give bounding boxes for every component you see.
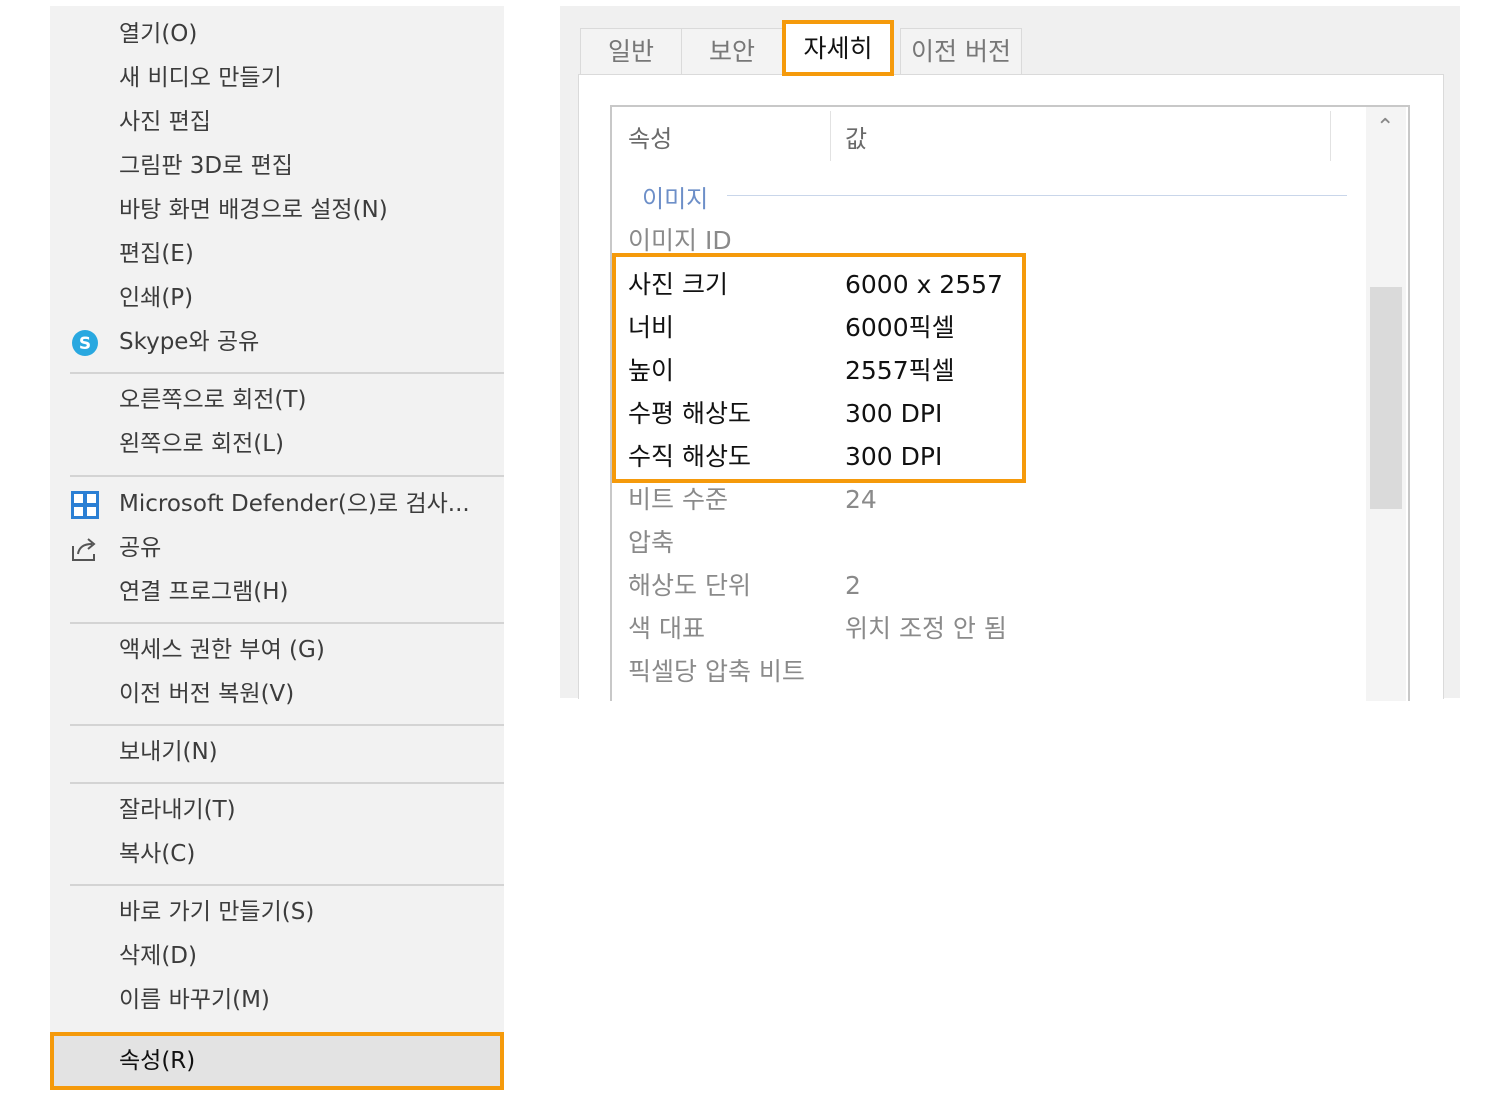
menu-item-label: 보내기(N) bbox=[119, 739, 218, 765]
tab-label: 자세히 bbox=[803, 34, 873, 63]
tab-previous-versions[interactable]: 이전 버전 bbox=[900, 28, 1022, 75]
menu-item-rename[interactable]: 이름 바꾸기(M) bbox=[50, 980, 504, 1020]
menu-item-defender-scan[interactable]: Microsoft Defender(으)로 검사... bbox=[50, 484, 504, 524]
scrollbar-thumb[interactable] bbox=[1370, 287, 1402, 509]
tab-security[interactable]: 보안 bbox=[681, 28, 783, 75]
property-name: 비트 수준 bbox=[628, 485, 728, 514]
menu-item-label: 액세스 권한 부여 (G) bbox=[119, 637, 325, 663]
menu-item-label: 속성(R) bbox=[119, 1048, 196, 1074]
property-value: 2 bbox=[845, 571, 861, 600]
property-value: 위치 조정 안 됨 bbox=[845, 614, 1007, 643]
column-header-property[interactable]: 속성 bbox=[628, 119, 672, 154]
menu-item-open[interactable]: 열기(O) bbox=[50, 14, 504, 54]
context-menu: 열기(O) 새 비디오 만들기 사진 편집 그림판 3D로 편집 바탕 화면 배… bbox=[50, 6, 504, 1090]
menu-item-label: 인쇄(P) bbox=[119, 285, 194, 311]
menu-separator bbox=[70, 782, 504, 784]
menu-item-give-access[interactable]: 액세스 권한 부여 (G) bbox=[50, 630, 504, 670]
menu-item-label: 바로 가기 만들기(S) bbox=[119, 899, 315, 925]
menu-item-edit-photo[interactable]: 사진 편집 bbox=[50, 102, 504, 142]
properties-dialog: 일반 보안 이전 버전 속성 값 이미지 이미지 ID 사진 크기 6000 x … bbox=[560, 6, 1460, 701]
menu-item-share[interactable]: 공유 bbox=[50, 528, 504, 568]
property-name: 색 대표 bbox=[628, 614, 705, 643]
menu-separator bbox=[70, 372, 504, 374]
property-value: 24 bbox=[845, 485, 877, 514]
menu-item-new-video[interactable]: 새 비디오 만들기 bbox=[50, 58, 504, 98]
menu-item-label: 그림판 3D로 편집 bbox=[119, 153, 293, 179]
group-divider bbox=[727, 195, 1347, 196]
menu-item-copy[interactable]: 복사(C) bbox=[50, 834, 504, 874]
menu-item-label: 삭제(D) bbox=[119, 943, 197, 969]
menu-separator bbox=[70, 724, 504, 726]
tab-label: 이전 버전 bbox=[911, 37, 1011, 66]
menu-item-label: 바탕 화면 배경으로 설정(N) bbox=[119, 197, 388, 223]
share-icon bbox=[70, 534, 100, 564]
menu-item-rotate-left[interactable]: 왼쪽으로 회전(L) bbox=[50, 424, 504, 464]
menu-item-label: 잘라내기(T) bbox=[119, 797, 236, 823]
menu-item-paint3d[interactable]: 그림판 3D로 편집 bbox=[50, 146, 504, 186]
menu-separator bbox=[70, 622, 504, 624]
column-divider[interactable] bbox=[1330, 111, 1331, 161]
column-divider[interactable] bbox=[830, 111, 831, 161]
menu-item-rotate-right[interactable]: 오른쪽으로 회전(T) bbox=[50, 380, 504, 420]
menu-item-edit[interactable]: 편집(E) bbox=[50, 234, 504, 274]
menu-item-label: 이전 버전 복원(V) bbox=[119, 681, 295, 707]
svg-text:S: S bbox=[79, 334, 91, 354]
tab-details[interactable]: 자세히 bbox=[782, 20, 894, 76]
menu-item-label: 공유 bbox=[119, 535, 162, 561]
menu-item-label: 이름 바꾸기(M) bbox=[119, 987, 270, 1013]
tab-general[interactable]: 일반 bbox=[580, 28, 682, 75]
tab-label: 보안 bbox=[708, 37, 755, 66]
property-name: 픽셀당 압축 비트 bbox=[628, 657, 805, 686]
menu-item-label: 오른쪽으로 회전(T) bbox=[119, 387, 307, 413]
vertical-scrollbar[interactable]: ⌃ bbox=[1366, 107, 1406, 701]
menu-item-label: 연결 프로그램(H) bbox=[119, 579, 289, 605]
menu-item-send-to[interactable]: 보내기(N) bbox=[50, 732, 504, 772]
menu-separator bbox=[70, 475, 504, 477]
property-name: 해상도 단위 bbox=[628, 571, 751, 600]
skype-icon: S bbox=[70, 328, 100, 358]
column-header-value[interactable]: 값 bbox=[845, 119, 867, 154]
tab-panel-details: 속성 값 이미지 이미지 ID 사진 크기 6000 x 2557 너비 6000픽… bbox=[578, 74, 1444, 701]
menu-item-set-wallpaper[interactable]: 바탕 화면 배경으로 설정(N) bbox=[50, 190, 504, 230]
dimensions-highlight-box bbox=[612, 253, 1026, 483]
menu-item-properties[interactable]: 속성(R) bbox=[50, 1041, 504, 1081]
menu-item-restore-previous[interactable]: 이전 버전 복원(V) bbox=[50, 674, 504, 714]
menu-item-label: 왼쪽으로 회전(L) bbox=[119, 431, 285, 457]
property-list[interactable]: 속성 값 이미지 이미지 ID 사진 크기 6000 x 2557 너비 6000픽… bbox=[610, 105, 1410, 701]
defender-shield-icon bbox=[70, 490, 100, 520]
menu-item-label: 사진 편집 bbox=[119, 109, 211, 135]
tab-label: 일반 bbox=[607, 37, 654, 66]
menu-item-label: Skype와 공유 bbox=[119, 329, 260, 355]
menu-item-skype-share[interactable]: S Skype와 공유 bbox=[50, 322, 504, 362]
menu-item-label: Microsoft Defender(으)로 검사... bbox=[119, 491, 470, 517]
menu-item-delete[interactable]: 삭제(D) bbox=[50, 936, 504, 976]
menu-item-label: 복사(C) bbox=[119, 841, 196, 867]
menu-item-label: 편집(E) bbox=[119, 241, 194, 267]
group-header-image: 이미지 bbox=[642, 185, 709, 213]
property-name: 압축 bbox=[628, 528, 675, 557]
menu-item-create-shortcut[interactable]: 바로 가기 만들기(S) bbox=[50, 892, 504, 932]
menu-item-open-with[interactable]: 연결 프로그램(H) bbox=[50, 572, 504, 612]
menu-separator bbox=[70, 884, 504, 886]
menu-item-label: 새 비디오 만들기 bbox=[119, 65, 282, 91]
menu-item-print[interactable]: 인쇄(P) bbox=[50, 278, 504, 318]
scroll-up-icon[interactable]: ⌃ bbox=[1376, 115, 1394, 140]
menu-item-cut[interactable]: 잘라내기(T) bbox=[50, 790, 504, 830]
menu-item-label: 열기(O) bbox=[119, 21, 198, 47]
